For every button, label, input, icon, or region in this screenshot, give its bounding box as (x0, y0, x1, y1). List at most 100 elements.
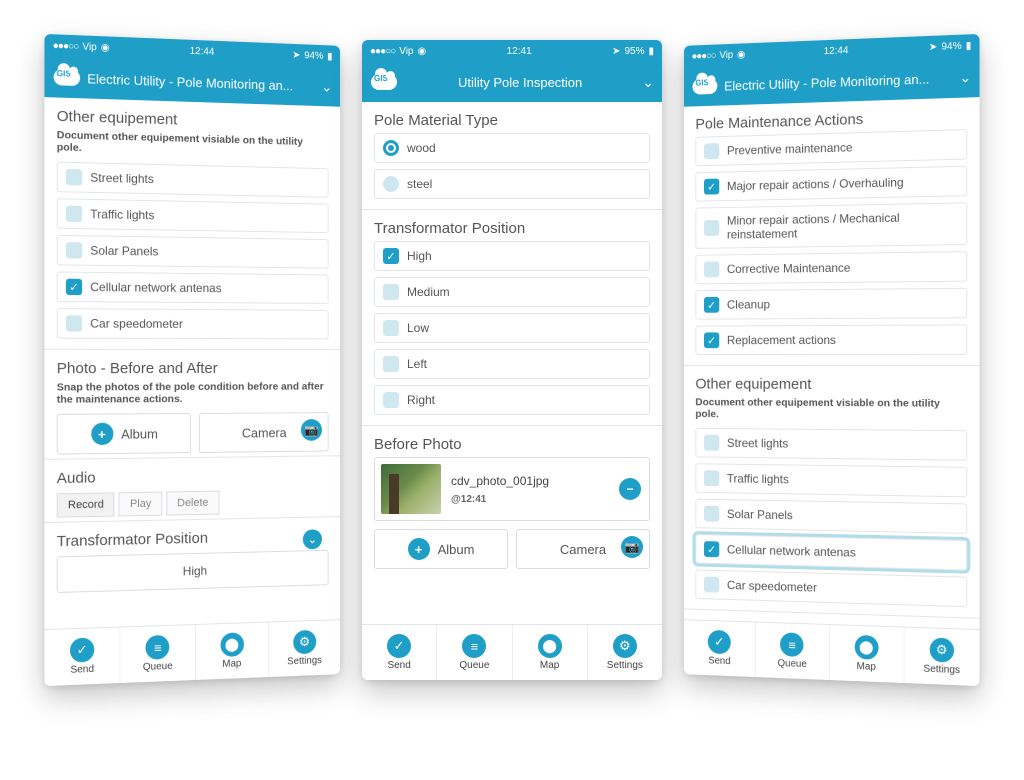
checkbox-low[interactable]: Low (374, 313, 650, 343)
file-name: cdv_photo_001jpg (451, 474, 549, 488)
checkbox-car-speedometer[interactable]: Car speedometer (57, 308, 329, 339)
record-button[interactable]: Record (57, 492, 115, 517)
phone-screen-2: ●●●○○Vip◉ 12:41 ➤95%▮ GIS Utility Pole I… (362, 40, 662, 680)
tab-queue[interactable]: ≡Queue (121, 625, 196, 683)
checkbox-icon (704, 435, 719, 451)
camera-button[interactable]: Camera📷 (516, 529, 650, 569)
plus-icon: + (408, 538, 430, 560)
tab-bar: ✓Send ≡Queue ⬤Map ⚙Settings (362, 624, 662, 680)
play-button[interactable]: Play (119, 492, 162, 517)
app-logo: GIS (370, 71, 398, 93)
checkbox-major-repair[interactable]: ✓Major repair actions / Overhauling (695, 166, 967, 202)
pin-icon: ⬤ (854, 635, 878, 660)
album-button[interactable]: +Album (57, 413, 191, 455)
tab-send[interactable]: ✓Send (684, 620, 756, 677)
checkbox-solar-panels[interactable]: Solar Panels (57, 235, 329, 269)
section-title-maintenance: Pole Maintenance Actions (695, 108, 967, 133)
remove-photo-button[interactable]: − (619, 478, 641, 500)
section-title-photo: Photo - Before and After (57, 360, 329, 377)
checkbox-solar-panels[interactable]: Solar Panels (695, 499, 967, 534)
checkbox-left[interactable]: Left (374, 349, 650, 379)
tab-settings[interactable]: ⚙Settings (269, 620, 340, 677)
check-icon: ✓ (387, 634, 411, 658)
tab-settings[interactable]: ⚙Settings (588, 625, 662, 680)
carrier-label: Vip (82, 41, 96, 53)
signal-icon: ●●●○○ (370, 46, 395, 57)
transformator-dropdown[interactable]: ⌄ High (57, 550, 329, 593)
camera-button[interactable]: Camera📷 (199, 412, 329, 453)
checkbox-traffic-lights[interactable]: Traffic lights (695, 463, 967, 497)
tab-send[interactable]: ✓Send (362, 625, 437, 680)
checkbox-icon (66, 206, 82, 223)
battery-icon: ▮ (648, 46, 654, 57)
photo-attachment[interactable]: cdv_photo_001jpg @12:41 − (374, 457, 650, 521)
battery-icon: ▮ (327, 51, 332, 62)
checkbox-icon (383, 284, 399, 300)
clock: 12:44 (824, 45, 849, 57)
signal-icon: ●●●○○ (53, 40, 79, 52)
photo-thumbnail (381, 464, 441, 514)
checkbox-car-speedometer[interactable]: Car speedometer (695, 569, 967, 607)
location-icon: ➤ (292, 49, 300, 60)
checkbox-checked-icon: ✓ (704, 332, 719, 348)
delete-button[interactable]: Delete (166, 491, 219, 516)
checkbox-icon (704, 143, 719, 159)
checkbox-icon (704, 261, 719, 277)
tab-send[interactable]: ✓Send (44, 627, 120, 686)
tab-map[interactable]: ⬤Map (829, 625, 904, 683)
checkbox-high[interactable]: ✓High (374, 241, 650, 271)
tab-map[interactable]: ⬤Map (195, 623, 268, 680)
section-title-before-photo: Before Photo (374, 436, 650, 453)
checkbox-street-lights[interactable]: Street lights (695, 428, 967, 461)
location-icon: ➤ (612, 46, 620, 57)
checkbox-corrective[interactable]: Corrective Maintenance (695, 251, 967, 284)
gear-icon: ⚙ (930, 637, 954, 662)
app-logo: GIS (53, 66, 81, 89)
carrier-label: Vip (399, 46, 413, 57)
section-subtitle-equipment: Document other equipement visiable on th… (695, 396, 967, 422)
wifi-icon: ◉ (417, 46, 426, 57)
checkbox-medium[interactable]: Medium (374, 277, 650, 307)
checkbox-cellular-antennas[interactable]: ✓Cellular network antenas (57, 271, 329, 303)
checkbox-icon (704, 506, 719, 522)
radio-icon (383, 176, 399, 192)
tab-queue[interactable]: ≡Queue (437, 625, 512, 680)
check-icon: ✓ (708, 630, 731, 654)
radio-steel[interactable]: steel (374, 169, 650, 199)
checkbox-cellular-antennas[interactable]: ✓Cellular network antenas (695, 534, 967, 571)
check-icon: ✓ (70, 637, 94, 662)
radio-wood[interactable]: wood (374, 133, 650, 163)
tab-bar: ✓Send ≡Queue ⬤Map ⚙Settings (44, 619, 340, 686)
checkbox-icon (383, 392, 399, 408)
checkbox-cleanup[interactable]: ✓Cleanup (695, 288, 967, 320)
checkbox-replacement[interactable]: ✓Replacement actions (695, 324, 967, 355)
album-button[interactable]: +Album (374, 529, 508, 569)
tab-queue[interactable]: ≡Queue (756, 623, 829, 680)
form-content: Other equipement Document other equipeme… (44, 97, 340, 629)
location-icon: ➤ (929, 41, 937, 52)
checkbox-street-lights[interactable]: Street lights (57, 162, 329, 198)
battery-label: 95% (624, 46, 644, 57)
list-icon: ≡ (146, 635, 170, 660)
checkbox-right[interactable]: Right (374, 385, 650, 415)
checkbox-preventive[interactable]: Preventive maintenance (695, 129, 967, 166)
wifi-icon: ◉ (737, 49, 745, 60)
page-title: Utility Pole Inspection (404, 75, 636, 90)
tab-settings[interactable]: ⚙Settings (904, 628, 979, 687)
section-title-transformator: Transformator Position (374, 220, 650, 237)
pin-icon: ⬤ (220, 632, 243, 657)
phone-screen-1: ●●●○○Vip◉ 12:44 ➤94%▮ GIS Electric Utili… (44, 34, 340, 686)
clock: 12:44 (190, 45, 215, 57)
checkbox-icon (383, 320, 399, 336)
checkbox-checked-icon: ✓ (704, 297, 719, 313)
chevron-down-icon[interactable]: ⌄ (642, 74, 654, 91)
tab-map[interactable]: ⬤Map (513, 625, 588, 680)
section-subtitle-photo: Snap the photos of the pole condition be… (57, 381, 329, 406)
battery-label: 94% (941, 40, 961, 52)
checkbox-minor-repair[interactable]: Minor repair actions / Mechanical reinst… (695, 202, 967, 249)
gear-icon: ⚙ (293, 630, 316, 654)
checkbox-traffic-lights[interactable]: Traffic lights (57, 198, 329, 233)
checkbox-icon (66, 169, 82, 186)
chevron-down-icon[interactable]: ⌄ (959, 68, 971, 86)
chevron-down-icon[interactable]: ⌄ (321, 78, 332, 95)
